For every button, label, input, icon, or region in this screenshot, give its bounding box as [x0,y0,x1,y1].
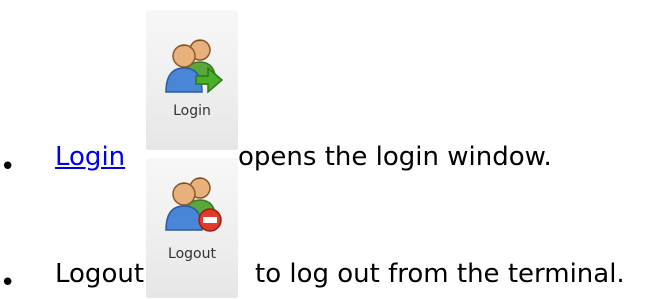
list-bullet: • [0,268,16,298]
login-button-label: Login [173,103,211,119]
login-ribbon-button[interactable]: Login [146,10,238,150]
login-description: opens the login window. [238,142,552,172]
list-item-login: Login [55,142,125,172]
users-arrow-icon [165,39,224,94]
logout-button-label: Logout [168,246,216,262]
login-link[interactable]: Login [55,142,125,172]
users-remove-icon [165,177,222,232]
logout-description: to log out from the terminal. [255,259,625,289]
list-bullet: • [0,152,16,182]
logout-label: Logout [55,259,145,289]
logout-ribbon-button[interactable]: Logout [146,158,238,298]
